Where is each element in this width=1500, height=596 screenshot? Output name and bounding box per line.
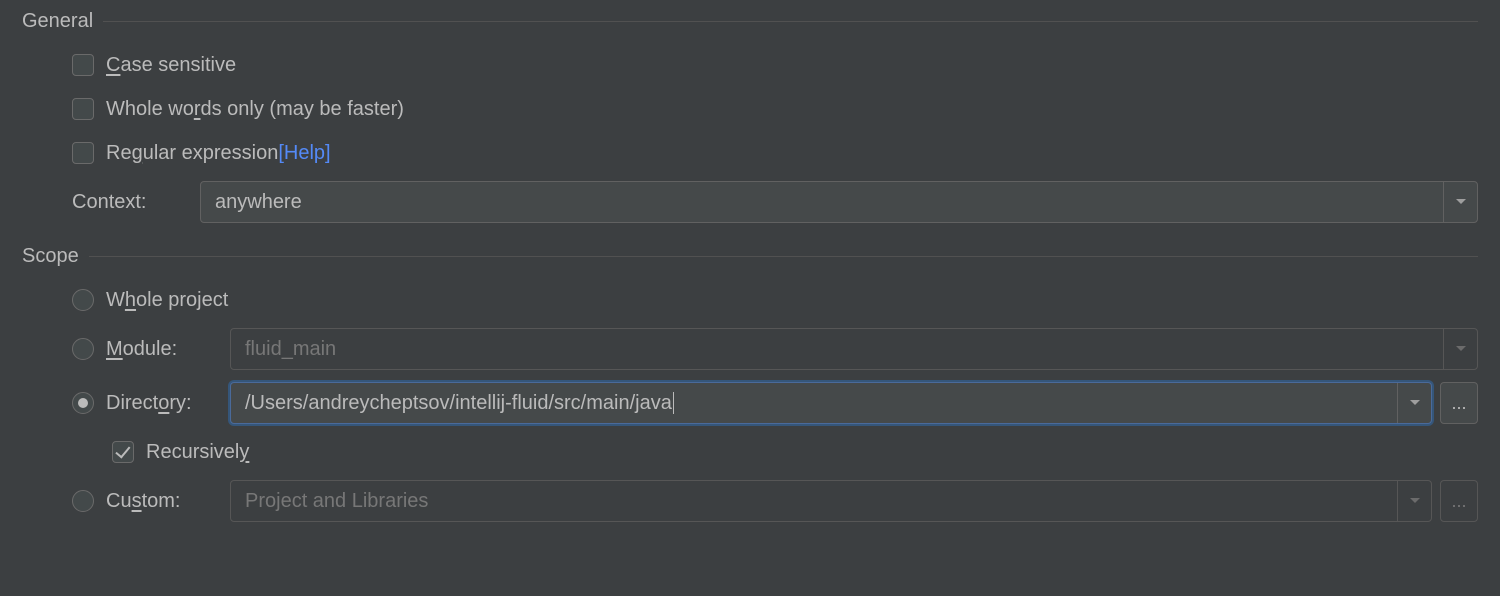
regex-label: Regular expression[Help] [106,142,331,165]
module-combo[interactable]: fluid_main [230,328,1478,370]
context-value: anywhere [201,182,1443,222]
directory-radio[interactable] [72,392,94,414]
module-label: Module: [106,338,177,361]
case-sensitive-checkbox[interactable] [72,54,94,76]
custom-label: Custom: [106,490,180,513]
custom-value: Project and Libraries [231,481,1397,521]
context-combo[interactable]: anywhere [200,181,1478,223]
separator [103,21,1478,22]
context-label: Context: [72,181,200,223]
separator [89,256,1478,257]
regex-checkbox[interactable] [72,142,94,164]
recursively-label: Recursively [146,441,249,464]
case-sensitive-label: Case sensitive [106,54,236,77]
general-title: General [22,10,93,33]
module-radio[interactable] [72,338,94,360]
chevron-down-icon [1397,481,1431,521]
custom-browse-button[interactable]: ... [1440,480,1478,522]
whole-words-checkbox[interactable] [72,98,94,120]
directory-combo[interactable]: /Users/andreycheptsov/intellij-fluid/src… [230,382,1432,424]
chevron-down-icon [1443,329,1477,369]
module-value: fluid_main [231,329,1443,369]
recursively-checkbox[interactable] [112,441,134,463]
whole-project-radio[interactable] [72,289,94,311]
regex-help-link[interactable]: [Help] [278,142,330,164]
whole-project-label: Whole project [106,289,228,312]
directory-label: Directory: [106,392,192,415]
chevron-down-icon [1443,182,1477,222]
scope-title: Scope [22,245,79,268]
directory-browse-button[interactable]: ... [1440,382,1478,424]
custom-radio[interactable] [72,490,94,512]
directory-value: /Users/andreycheptsov/intellij-fluid/src… [231,383,1397,423]
chevron-down-icon [1397,383,1431,423]
custom-combo[interactable]: Project and Libraries [230,480,1432,522]
general-group: General Case sensitive Whole words only … [22,10,1478,223]
whole-words-label: Whole words only (may be faster) [106,98,404,121]
scope-group: Scope Whole project Module: fluid_main [22,245,1478,522]
